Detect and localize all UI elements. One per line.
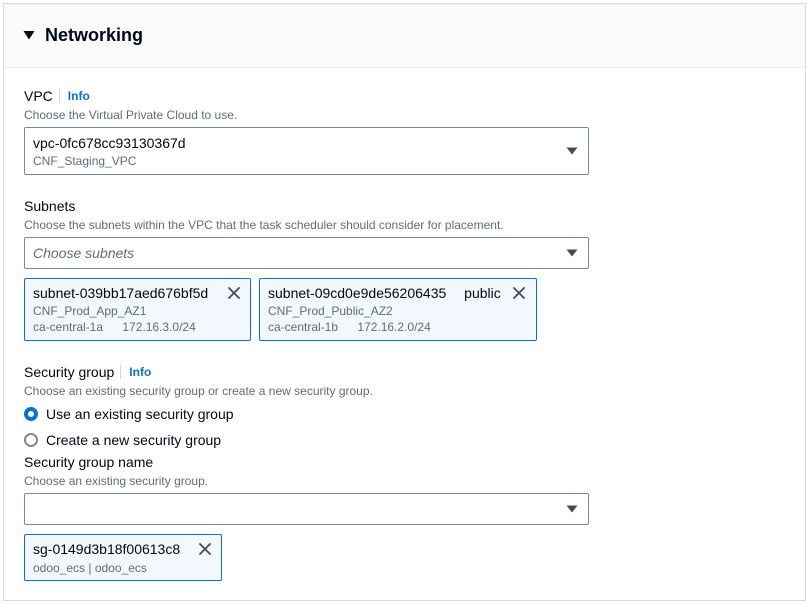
radio-button[interactable] bbox=[24, 407, 38, 421]
subnet-cidr: 172.16.2.0/24 bbox=[357, 320, 431, 334]
security-group-description: Choose an existing security group or cre… bbox=[24, 384, 373, 398]
radio-button[interactable] bbox=[24, 433, 38, 447]
security-group-info-link[interactable]: Info bbox=[129, 363, 151, 381]
vpc-label-row: VPC Info bbox=[24, 87, 90, 105]
security-group-id: sg-0149d3b18f00613c8 bbox=[33, 541, 181, 557]
radio-label[interactable]: Use an existing security group bbox=[46, 405, 234, 423]
caret-down-icon[interactable] bbox=[566, 249, 578, 257]
radio-use-existing-security-group[interactable]: Use an existing security group bbox=[24, 405, 234, 423]
subnet-id: subnet-09cd0e9de56206435 bbox=[268, 285, 447, 301]
info-divider bbox=[58, 89, 60, 103]
subnets-description: Choose the subnets within the VPC that t… bbox=[24, 218, 504, 232]
caret-down-icon[interactable] bbox=[566, 147, 578, 155]
subnets-multiselect[interactable]: Choose subnets bbox=[24, 237, 589, 269]
subnet-tag: public bbox=[464, 285, 501, 301]
vpc-description: Choose the Virtual Private Cloud to use. bbox=[24, 108, 238, 122]
vpc-selected-id: vpc-0fc678cc93130367d bbox=[33, 135, 186, 151]
subnet-meta: ca-central-1a 172.16.3.0/24 bbox=[33, 319, 196, 335]
subnet-token: subnet-039bb17aed676bf5d CNF_Prod_App_AZ… bbox=[24, 278, 251, 341]
subnet-meta: ca-central-1b 172.16.2.0/24 bbox=[268, 319, 431, 335]
close-icon[interactable] bbox=[228, 287, 240, 299]
radio-create-new-security-group[interactable]: Create a new security group bbox=[24, 431, 221, 449]
subnet-token: subnet-09cd0e9de56206435 public CNF_Prod… bbox=[259, 278, 537, 341]
subnet-id-row: subnet-09cd0e9de56206435 public bbox=[268, 284, 501, 302]
section-title: Networking bbox=[45, 25, 144, 45]
security-group-name-description: Choose an existing security group. bbox=[24, 474, 209, 488]
close-icon[interactable] bbox=[199, 543, 211, 555]
subnet-name: CNF_Prod_App_AZ1 bbox=[33, 304, 147, 318]
subnets-label-row: Subnets bbox=[24, 197, 75, 215]
subnets-label: Subnets bbox=[24, 198, 76, 214]
security-group-name-label: Security group name bbox=[24, 454, 154, 470]
subnet-name: CNF_Prod_Public_AZ2 bbox=[268, 304, 393, 318]
subnet-availability-zone: ca-central-1b bbox=[268, 320, 339, 334]
subnet-availability-zone: ca-central-1a bbox=[33, 320, 104, 334]
caret-down-icon[interactable] bbox=[566, 505, 578, 513]
security-group-name: odoo_ecs | odoo_ecs bbox=[33, 561, 147, 575]
networking-section-header[interactable]: Networking bbox=[4, 4, 805, 68]
caret-down-icon[interactable] bbox=[23, 30, 35, 40]
networking-panel: Networking VPC Info Choose the Virtual P… bbox=[3, 3, 806, 601]
vpc-label: VPC bbox=[24, 88, 53, 104]
close-icon[interactable] bbox=[513, 287, 525, 299]
vpc-info-link[interactable]: Info bbox=[68, 87, 90, 105]
subnet-id: subnet-039bb17aed676bf5d bbox=[33, 285, 209, 301]
security-group-id-row: sg-0149d3b18f00613c8 bbox=[33, 540, 180, 558]
security-group-label: Security group bbox=[24, 364, 115, 380]
security-group-name-select[interactable] bbox=[24, 493, 589, 525]
subnets-placeholder: Choose subnets bbox=[33, 245, 135, 261]
security-group-token: sg-0149d3b18f00613c8 odoo_ecs | odoo_ecs bbox=[24, 534, 222, 581]
security-group-label-row: Security group Info bbox=[24, 363, 151, 381]
radio-label[interactable]: Create a new security group bbox=[46, 431, 221, 449]
security-group-name-label-row: Security group name bbox=[24, 453, 153, 471]
subnet-cidr: 172.16.3.0/24 bbox=[122, 320, 196, 334]
subnet-id-row: subnet-039bb17aed676bf5d bbox=[33, 284, 208, 302]
info-divider bbox=[120, 365, 122, 379]
vpc-selected-name: CNF_Staging_VPC bbox=[33, 154, 137, 168]
vpc-select[interactable]: vpc-0fc678cc93130367d CNF_Staging_VPC bbox=[24, 127, 589, 175]
